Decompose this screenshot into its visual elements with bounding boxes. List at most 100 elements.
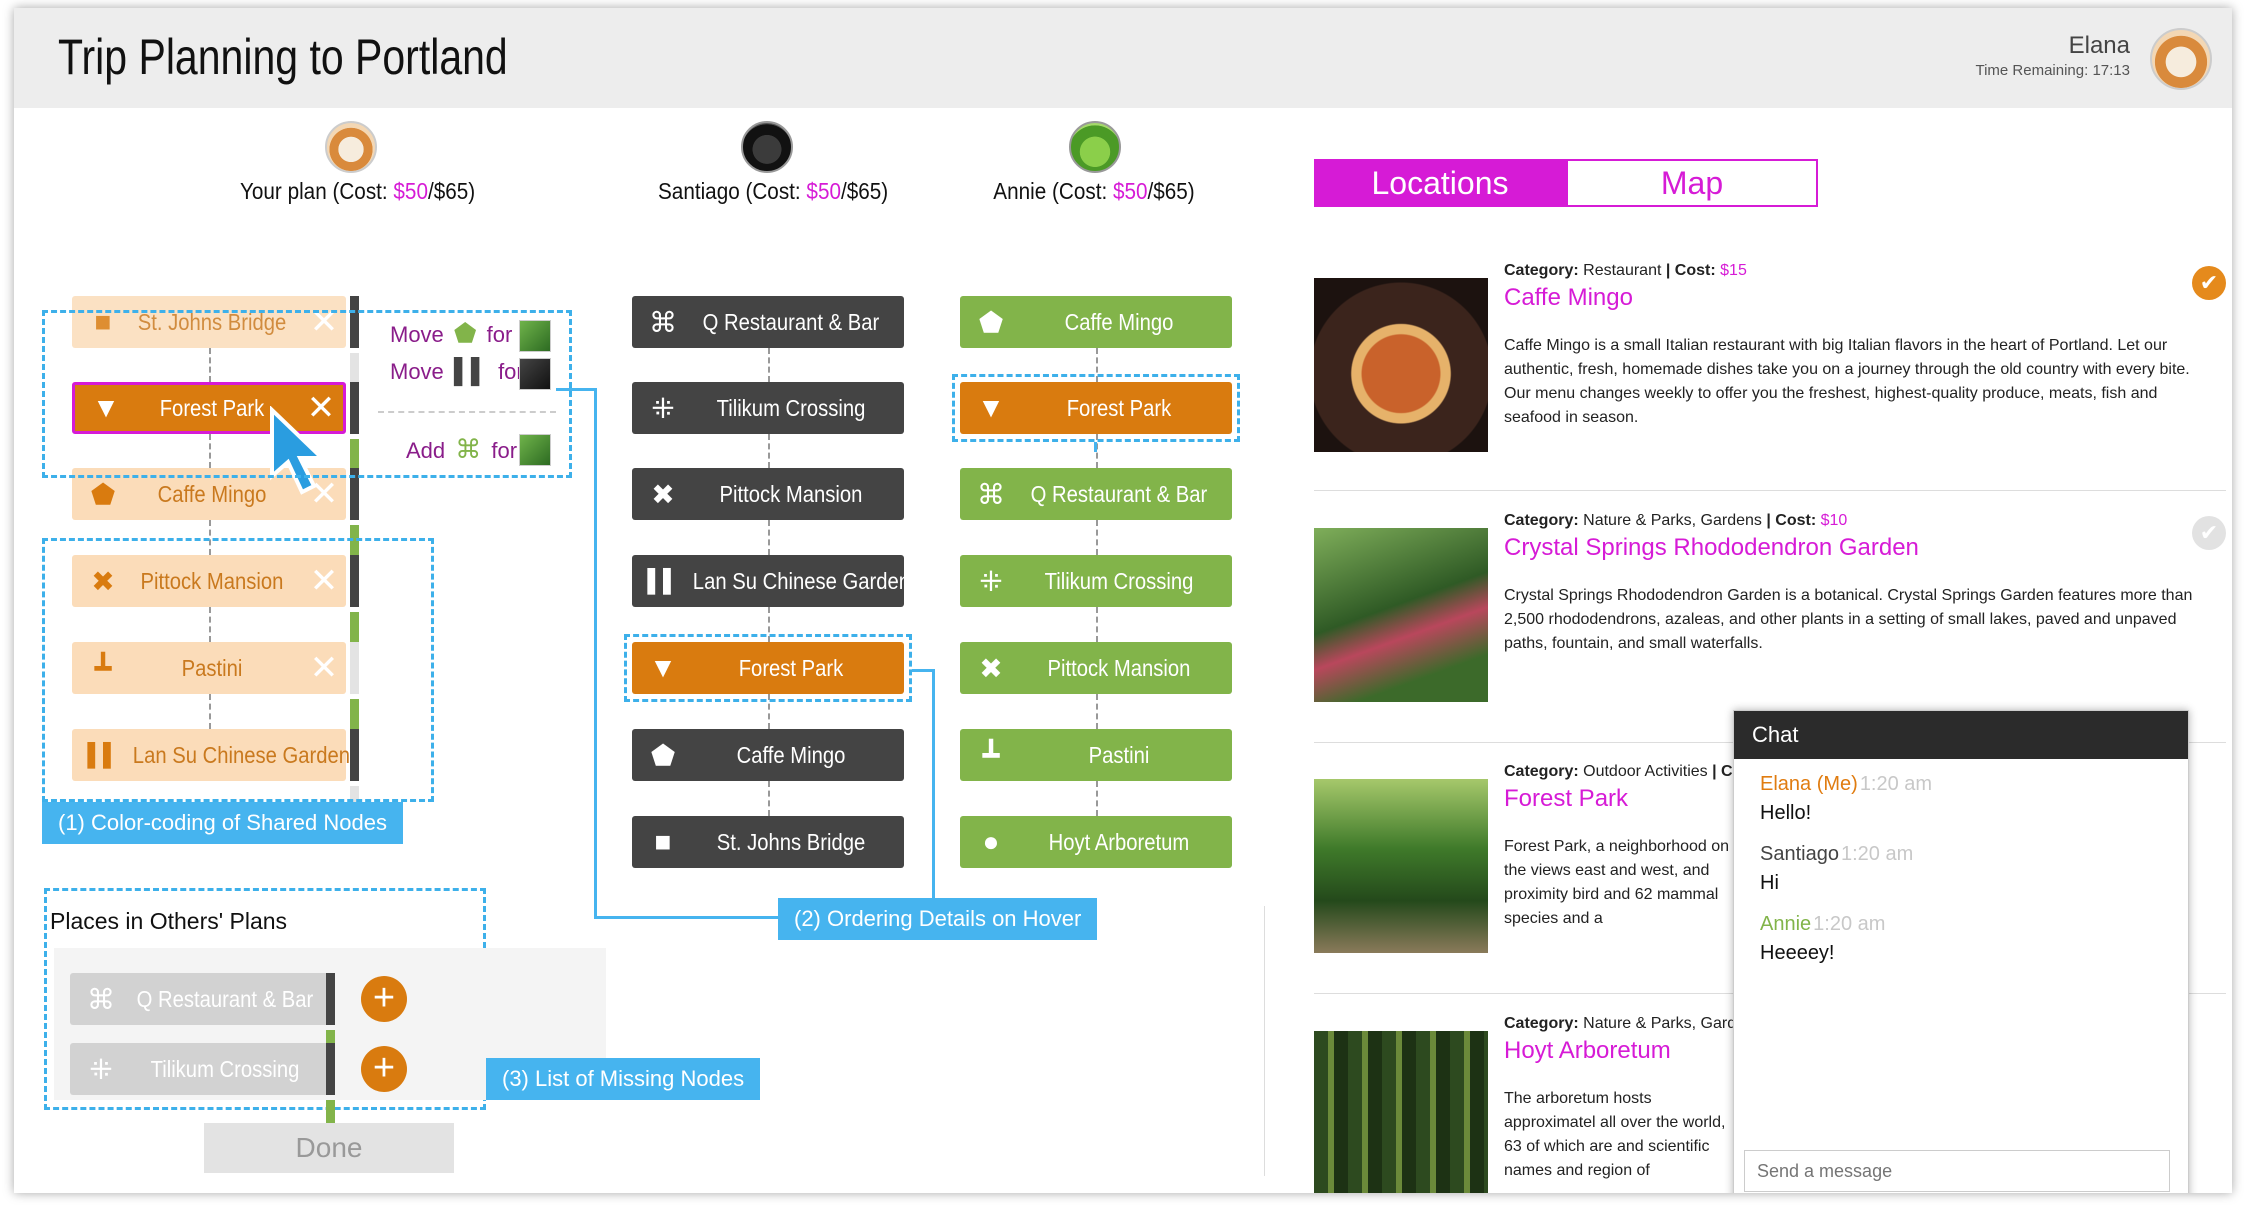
location-card-caffe-mingo[interactable]: Category: Restaurant | Cost: $15 Caffe M… (1314, 262, 2226, 491)
top-bar: Trip Planning to Portland Elana Time Rem… (14, 8, 2232, 108)
pentagon-icon: ⬟ (978, 306, 1004, 338)
chat-message: Elana (Me) 1:20 am Hello! (1760, 773, 1933, 824)
chat-message: Annie 1:20 am Heeeey! (1760, 913, 1886, 964)
tab-locations[interactable]: Locations (1314, 159, 1566, 207)
santiago-node-lan-su[interactable]: ▌▌ Lan Su Chinese Garden (632, 555, 910, 607)
connector (1096, 781, 1098, 816)
location-description: The arboretum hosts approximatel all ove… (1504, 1090, 1726, 1179)
check-icon[interactable]: ✔ (2192, 516, 2226, 550)
santiago-node-st-johns[interactable]: ■ St. Johns Bridge (632, 816, 904, 868)
tab-map[interactable]: Map (1566, 159, 1818, 207)
hint-move-2: Move ▌▌ for (390, 358, 524, 385)
ordering-line (594, 916, 778, 919)
ordering-line (594, 388, 597, 918)
location-category: Category: Restaurant | Cost: $15 (1504, 262, 1747, 279)
location-image (1314, 528, 1488, 702)
annie-mini-avatar (519, 434, 551, 466)
connector (1096, 607, 1098, 642)
hint-move-1: Move ⬟ for (390, 318, 513, 348)
location-category: Category: Nature & Parks, Gardens | Cost… (1504, 512, 1848, 529)
annie-avatar (1069, 121, 1121, 173)
pentagon-icon: ⬟ (453, 318, 477, 348)
ordering-line (1094, 442, 1097, 452)
cross-icon: ✖ (979, 652, 1003, 684)
page-title: Trip Planning to Portland (58, 29, 508, 85)
missing-node-q-restaurant[interactable]: ⌘ Q Restaurant & Bar (70, 973, 334, 1025)
chat-panel: Chat Elana (Me) 1:20 am Hello! Santiago 1:… (1733, 710, 2189, 1193)
time-remaining: Time Remaining: 17:13 (1975, 62, 2130, 79)
double-bar-icon: ▌▌ (453, 358, 488, 385)
square-icon: ■ (654, 826, 672, 857)
cross-icon: ✖ (651, 478, 675, 510)
santiago-avatar (741, 121, 793, 173)
annie-mini-avatar (519, 320, 551, 352)
four-dots-icon: ⁜ (979, 565, 1003, 597)
add-button[interactable]: + (361, 1046, 407, 1092)
location-name[interactable]: Hoyt Arboretum (1504, 1037, 1671, 1065)
double-bar-icon: ▌▌ (647, 568, 679, 593)
santiago-node-caffe-mingo[interactable]: ⬟ Caffe Mingo (632, 729, 904, 781)
santiago-node-tilikum-crossing[interactable]: ⁜ Tilikum Crossing (632, 382, 904, 434)
hint-divider (378, 411, 556, 413)
connector (1096, 694, 1098, 729)
four-dots-icon: ⁜ (651, 392, 675, 424)
pentagon-icon: ⬟ (90, 478, 116, 510)
color-coding-label: (1) Color-coding of Shared Nodes (42, 802, 403, 844)
ordering-line (912, 669, 934, 672)
app-window: Trip Planning to Portland Elana Time Rem… (14, 8, 2232, 1193)
your-plan-header: Your plan (Cost: $50/$65) (240, 178, 476, 204)
location-image (1314, 278, 1488, 452)
connector (768, 434, 770, 468)
your-avatar (325, 121, 377, 173)
chat-message: Santiago 1:20 am Hi (1760, 843, 1914, 894)
connector (768, 781, 770, 816)
pentagon-icon: ⬟ (650, 739, 676, 771)
annie-node-caffe-mingo[interactable]: ⬟ Caffe Mingo (960, 296, 1232, 348)
ordering-line (932, 669, 935, 899)
missing-label: (3) List of Missing Nodes (486, 1058, 761, 1100)
chat-title: Chat (1734, 711, 2188, 759)
ordering-label: (2) Ordering Details on Hover (778, 898, 1098, 940)
annie-plan-header: Annie (Cost: $50/$65) (993, 178, 1195, 204)
ordering-highlight-santiago (624, 634, 912, 702)
ordering-line (556, 388, 596, 391)
connector (1096, 520, 1098, 555)
location-image (1314, 1031, 1488, 1193)
annie-node-pastini[interactable]: ┻ Pastini (960, 729, 1232, 781)
missing-node-tilikum-crossing[interactable]: ⁜ Tilikum Crossing (70, 1043, 334, 1095)
location-name[interactable]: Forest Park (1504, 785, 1628, 813)
done-button[interactable]: Done (204, 1123, 454, 1173)
annie-node-tilikum-crossing[interactable]: ⁜ Tilikum Crossing (960, 555, 1232, 607)
cog-square-icon: ⌘ (455, 434, 482, 464)
annie-node-pittock-mansion[interactable]: ✖ Pittock Mansion (960, 642, 1232, 694)
missing-title: Places in Others' Plans (50, 908, 288, 934)
location-name[interactable]: Crystal Springs Rhododendron Garden (1504, 534, 1919, 562)
location-description: Forest Park, a neighborhood on the views… (1504, 838, 1730, 927)
location-image (1314, 779, 1488, 953)
santiago-node-q-restaurant[interactable]: ⌘ Q Restaurant & Bar (632, 296, 904, 348)
connector (768, 348, 770, 382)
color-coding-box (42, 538, 434, 802)
location-name[interactable]: Caffe Mingo (1504, 284, 1633, 312)
santiago-plan-header: Santiago (Cost: $50/$65) (658, 178, 889, 204)
four-dots-icon: ⁜ (89, 1053, 113, 1085)
user-name: Elana (2068, 32, 2130, 59)
shared-indicator (326, 1043, 346, 1152)
shared-indicator (326, 973, 346, 1082)
ordering-highlight-annie (952, 374, 1240, 442)
santiago-mini-avatar (519, 358, 551, 390)
santiago-node-pittock-mansion[interactable]: ✖ Pittock Mansion (632, 468, 904, 520)
location-category: Category: Nature & Parks, Gardens (1504, 1015, 1762, 1032)
location-category: Category: Outdoor Activities | Cost (1504, 763, 1757, 780)
location-description: Crystal Springs Rhododendron Garden is a… (1504, 587, 2193, 652)
check-icon[interactable]: ✔ (2192, 266, 2226, 300)
chat-input[interactable] (1744, 1150, 2170, 1192)
cog-square-icon: ⌘ (977, 478, 1005, 510)
user-avatar[interactable] (2150, 28, 2212, 90)
add-button[interactable]: + (361, 976, 407, 1022)
hint-add: Add ⌘ for (406, 434, 518, 464)
annie-node-q-restaurant[interactable]: ⌘ Q Restaurant & Bar (960, 468, 1232, 520)
annie-node-hoyt-arboretum[interactable]: ● Hoyt Arboretum (960, 816, 1232, 868)
stand-icon: ┻ (982, 739, 1000, 771)
cog-square-icon: ⌘ (649, 306, 677, 338)
